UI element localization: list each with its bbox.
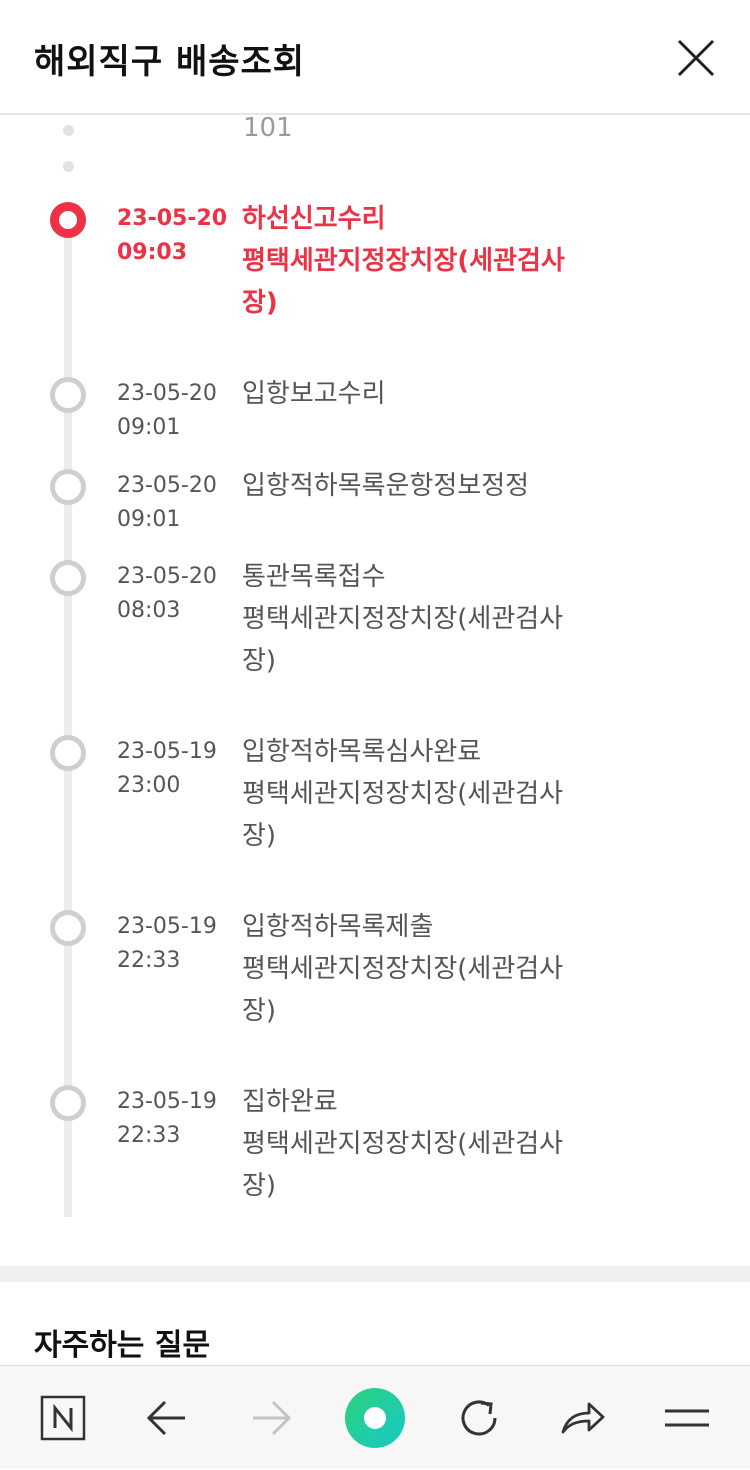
section-divider xyxy=(0,1266,750,1282)
event-location: 평택세관지정장치장(세관검사 xyxy=(242,1129,564,1159)
event-description: 입항적하목록운항정보정정 xyxy=(242,465,602,507)
share-icon[interactable] xyxy=(548,1366,618,1470)
event-datetime: 23-05-19 22:33 xyxy=(117,1089,217,1148)
event-location: 평택세관지정장치장(세관검사 xyxy=(242,954,564,984)
close-icon[interactable] xyxy=(676,38,716,78)
event-description: 하선신고수리 평택세관지정장치장(세관검사 장) xyxy=(242,198,602,324)
event-datetime: 23-05-20 09:01 xyxy=(117,473,217,532)
timeline-circle-icon xyxy=(50,1085,86,1121)
event-datetime: 23-05-20 09:01 xyxy=(117,381,217,440)
timeline-line xyxy=(64,217,72,1217)
header: 해외직구 배송조회 xyxy=(0,0,750,115)
timeline-dot-small xyxy=(63,161,74,172)
event-status: 입항보고수리 xyxy=(242,379,386,409)
event-location: 평택세관지정장치장(세관검사 xyxy=(242,246,565,276)
event-location: 장) xyxy=(242,996,277,1026)
timeline-circle-icon xyxy=(50,377,86,413)
timeline-active-circle-icon xyxy=(50,202,86,238)
green-dot-home-icon[interactable] xyxy=(340,1366,410,1470)
event-description: 입항적하목록제출 평택세관지정장치장(세관검사 장) xyxy=(242,906,602,1032)
event-status: 통관목록접수 xyxy=(242,562,386,592)
timeline-circle-icon xyxy=(50,560,86,596)
browser-bottom-bar xyxy=(0,1365,750,1469)
event-location: 장) xyxy=(242,288,278,318)
event-location: 평택세관지정장치장(세관검사 xyxy=(242,604,564,634)
event-status: 입항적하목록심사완료 xyxy=(242,737,482,767)
timeline-partial-text: 101 xyxy=(243,117,293,143)
timeline-dot-small xyxy=(63,125,74,136)
event-datetime: 23-05-19 22:33 xyxy=(117,914,217,973)
timeline-circle-icon xyxy=(50,735,86,771)
event-status: 입항적하목록운항정보정정 xyxy=(242,471,530,501)
event-datetime: 23-05-20 09:03 xyxy=(117,206,228,265)
back-arrow-icon[interactable] xyxy=(132,1366,202,1470)
event-description: 집하완료 평택세관지정장치장(세관검사 장) xyxy=(242,1081,602,1207)
event-datetime: 23-05-19 23:00 xyxy=(117,739,217,798)
tracking-timeline: 101 23-05-20 09:03 하선신고수리 평택세관지정장치장(세관검사… xyxy=(0,117,750,1267)
event-description: 통관목록접수 평택세관지정장치장(세관검사 장) xyxy=(242,556,602,682)
timeline-circle-icon xyxy=(50,469,86,505)
page-title: 해외직구 배송조회 xyxy=(34,42,306,82)
menu-icon[interactable] xyxy=(652,1366,722,1470)
event-status: 입항적하목록제출 xyxy=(242,912,434,942)
event-location: 장) xyxy=(242,1171,277,1201)
naver-n-icon[interactable] xyxy=(28,1366,98,1470)
refresh-icon[interactable] xyxy=(444,1366,514,1470)
event-location: 장) xyxy=(242,646,277,676)
event-description: 입항적하목록심사완료 평택세관지정장치장(세관검사 장) xyxy=(242,731,602,857)
event-location: 장) xyxy=(242,821,277,851)
event-status: 집하완료 xyxy=(242,1087,338,1117)
event-location: 평택세관지정장치장(세관검사 xyxy=(242,779,564,809)
event-status: 하선신고수리 xyxy=(242,204,386,234)
event-description: 입항보고수리 xyxy=(242,373,602,415)
timeline-circle-icon xyxy=(50,910,86,946)
forward-arrow-icon[interactable] xyxy=(236,1366,306,1470)
event-datetime: 23-05-20 08:03 xyxy=(117,564,217,623)
faq-section-title[interactable]: 자주하는 질문 xyxy=(34,1320,210,1364)
